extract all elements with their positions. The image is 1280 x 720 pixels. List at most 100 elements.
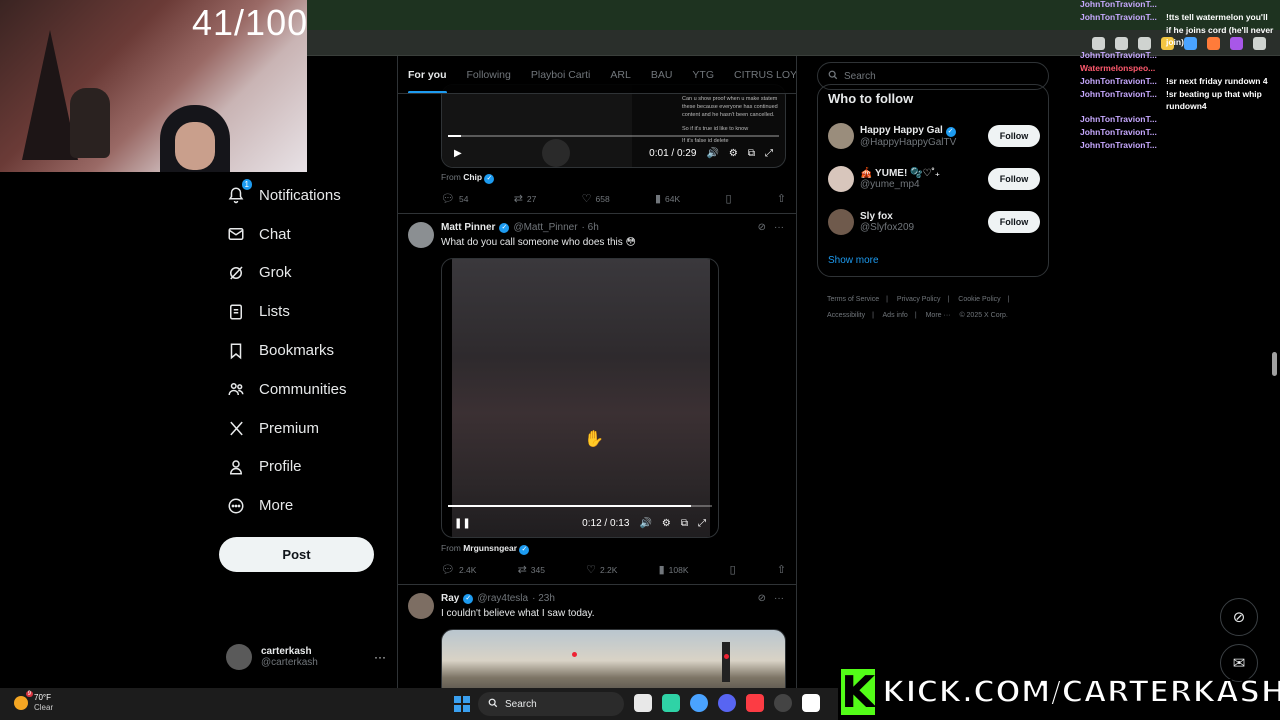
tab-for-you[interactable]: For you <box>398 56 457 93</box>
more-dots-icon[interactable]: ··· <box>374 650 386 664</box>
from-name[interactable]: Chip <box>463 172 482 182</box>
avatar[interactable] <box>408 222 434 248</box>
music-icon[interactable] <box>746 694 764 712</box>
tab-bau[interactable]: BAU <box>641 56 683 93</box>
bookmark-button[interactable]: ▯ <box>725 192 731 205</box>
avatar[interactable] <box>408 593 434 619</box>
play-icon[interactable]: ▶ <box>454 148 462 159</box>
chat-username[interactable]: JohnTonTravionT... <box>1080 50 1157 60</box>
nav-more[interactable]: More <box>222 486 392 525</box>
follow-button[interactable]: Follow <box>988 125 1040 147</box>
suggestion-name[interactable]: Happy Happy Gal ✓ <box>860 125 988 137</box>
reply-button[interactable]: 💬︎ 2.4K <box>441 563 476 576</box>
taskbar-search[interactable]: Search <box>478 692 624 716</box>
video-progress-bar[interactable] <box>448 505 712 507</box>
avatar[interactable] <box>828 209 854 235</box>
share-button[interactable]: ⇧ <box>777 563 786 576</box>
grok-float-button[interactable]: ⊘ <box>1220 598 1258 636</box>
follow-suggestion[interactable]: Sly fox @Slyfox209 Follow <box>828 207 1040 237</box>
tweet[interactable]: Ray ✓ @ray4tesla · 23h ⊘ ··· I couldn't … <box>398 585 796 688</box>
discord-icon[interactable] <box>718 694 736 712</box>
chat-username[interactable]: JohnTonTravionT... <box>1080 12 1157 22</box>
tab-citrus-loya[interactable]: CITRUS LOYA <box>724 56 796 93</box>
like-button[interactable]: ♡ 2.2K <box>586 563 617 576</box>
nav-bookmarks[interactable]: Bookmarks <box>222 331 392 370</box>
volume-icon[interactable]: 🔊 <box>706 148 718 159</box>
nav-notifications[interactable]: 1 Notifications <box>222 176 392 215</box>
more-dots-icon[interactable]: ··· <box>774 222 784 233</box>
fullscreen-icon[interactable]: ⤢ <box>765 148 773 159</box>
nav-communities[interactable]: Communities <box>222 370 392 409</box>
like-button[interactable]: ♡ 658 <box>582 192 610 205</box>
follow-suggestion[interactable]: Happy Happy Gal ✓ @HappyHappyGalTV Follo… <box>828 121 1040 151</box>
nav-grok[interactable]: Grok <box>222 254 392 293</box>
tweet[interactable]: Matt Pinner ✓ @Matt_Pinner · 6h ⊘ ··· Wh… <box>398 214 796 585</box>
pause-icon[interactable]: ❚❚ <box>454 518 471 529</box>
chat-username[interactable]: JohnTonTravionT... <box>1080 127 1157 137</box>
suggestion-name[interactable]: Sly fox <box>860 211 988 222</box>
tweet-image[interactable] <box>441 629 786 688</box>
settings-gear-icon[interactable]: ⚙ <box>662 518 671 529</box>
tweet-time[interactable]: · 23h <box>532 593 555 604</box>
tab-playboi-carti[interactable]: Playboi Carti <box>521 56 601 93</box>
chat-username[interactable]: JohnTonTravionT... <box>1080 76 1157 86</box>
repost-button[interactable]: ⇄ 345 <box>518 563 545 576</box>
tab-arl[interactable]: ARL <box>600 56 640 93</box>
author-name[interactable]: Matt Pinner <box>441 222 495 233</box>
tweet-time[interactable]: · 6h <box>582 222 599 233</box>
chat-username[interactable]: Watermelonspeo... <box>1080 63 1155 73</box>
avatar[interactable] <box>828 123 854 149</box>
share-button[interactable]: ⇧ <box>777 192 786 205</box>
footer-link[interactable]: Ads info <box>883 312 908 319</box>
install-app-icon[interactable] <box>1092 36 1105 50</box>
tweet-video[interactable]: ❚❚ 0:12 / 0:13 🔊 ⚙ ⧉ ⤢ ✋ <box>441 258 719 538</box>
tab-following[interactable]: Following <box>457 56 521 93</box>
views-button[interactable]: ▮ 108K <box>659 563 689 576</box>
follow-button[interactable]: Follow <box>988 211 1040 233</box>
nav-premium[interactable]: Premium <box>222 409 392 448</box>
more-dots-icon[interactable]: ··· <box>774 593 784 604</box>
chat-username[interactable]: JohnTonTravionT... <box>1080 140 1157 150</box>
grok-icon[interactable]: ⊘ <box>758 222 766 233</box>
windows-start-icon[interactable] <box>454 696 470 712</box>
volume-icon[interactable]: 🔊 <box>639 518 651 529</box>
tweet-video[interactable]: Can u show proof when u make statem thes… <box>441 84 786 168</box>
chrome-icon[interactable] <box>690 694 708 712</box>
post-button[interactable]: Post <box>219 537 374 572</box>
settings-gear-icon[interactable]: ⚙ <box>729 148 738 159</box>
app-icon[interactable] <box>662 694 680 712</box>
follow-suggestion[interactable]: 🎪 YUME! 🫧♡˚₊ @yume_mp4 Follow <box>828 164 1040 194</box>
extension-icon[interactable] <box>1138 36 1151 50</box>
chat-username[interactable]: JohnTonTravionT... <box>1080 0 1157 9</box>
author-handle[interactable]: @Matt_Pinner <box>513 222 577 233</box>
4k-icon[interactable] <box>774 694 792 712</box>
chat-username[interactable]: JohnTonTravionT... <box>1080 89 1157 99</box>
page-scrollbar[interactable] <box>1272 352 1277 376</box>
footer-link[interactable]: Cookie Policy <box>958 296 1000 303</box>
bookmark-star-icon[interactable] <box>1115 36 1128 50</box>
tab-ytg[interactable]: YTG <box>682 56 724 93</box>
account-switcher[interactable]: carterkash @carterkash ··· <box>226 644 386 670</box>
picture-in-picture-icon[interactable]: ⧉ <box>681 518 688 529</box>
video-progress-bar[interactable] <box>448 135 779 137</box>
footer-link[interactable]: Terms of Service <box>827 296 879 303</box>
nav-chat[interactable]: Chat <box>222 215 392 254</box>
author-handle[interactable]: @ray4tesla <box>477 593 528 604</box>
app-icon[interactable] <box>802 694 820 712</box>
repost-button[interactable]: ⇄ 27 <box>514 192 537 205</box>
follow-button[interactable]: Follow <box>988 168 1040 190</box>
search-input[interactable] <box>844 70 1034 82</box>
picture-in-picture-icon[interactable]: ⧉ <box>748 148 755 159</box>
show-more-link[interactable]: Show more <box>828 255 879 266</box>
nav-profile[interactable]: Profile <box>222 448 392 487</box>
reply-button[interactable]: 💬︎ 54 <box>441 192 468 205</box>
grok-icon[interactable]: ⊘ <box>758 593 766 604</box>
author-name[interactable]: Ray <box>441 593 459 604</box>
from-name[interactable]: Mrgunsngear <box>463 543 517 553</box>
footer-link[interactable]: Accessibility <box>827 312 865 319</box>
bookmark-button[interactable]: ▯ <box>730 563 736 576</box>
chat-username[interactable]: JohnTonTravionT... <box>1080 114 1157 124</box>
file-explorer-icon[interactable] <box>634 694 652 712</box>
fullscreen-icon[interactable]: ⤢ <box>698 518 706 529</box>
suggestion-name[interactable]: 🎪 YUME! 🫧♡˚₊ <box>860 168 988 179</box>
